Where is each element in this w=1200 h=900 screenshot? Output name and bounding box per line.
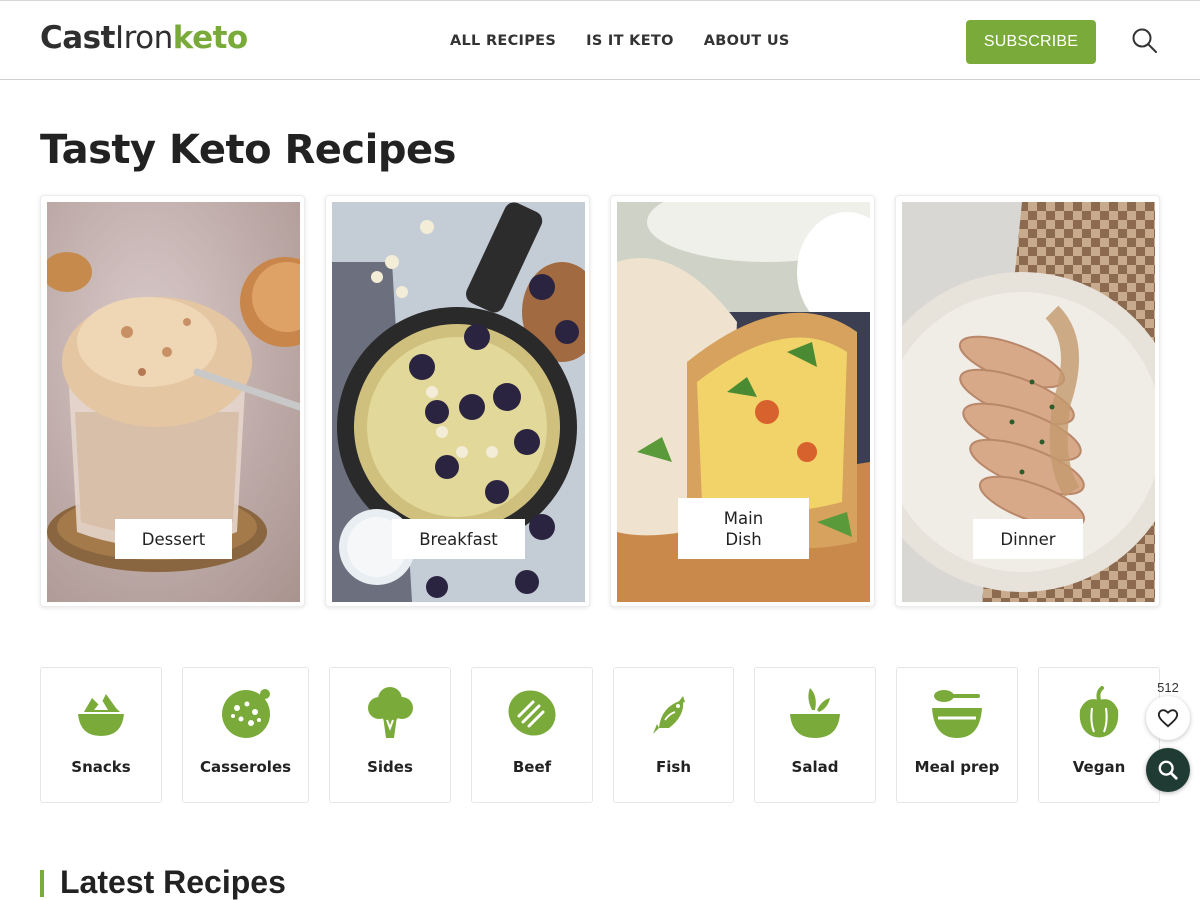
- search-icon: [1158, 760, 1178, 780]
- logo-text-keto: keto: [172, 20, 248, 56]
- logo-text-iron: Iron: [114, 20, 173, 56]
- featured-card-main-dish[interactable]: Main Dish: [610, 195, 875, 607]
- heart-icon: [1157, 709, 1179, 728]
- category-tile-meal-prep[interactable]: Meal prep: [896, 667, 1018, 803]
- category-label: Beef: [512, 758, 552, 776]
- category-tile-sides[interactable]: Sides: [329, 667, 451, 803]
- section-accent-bar: [40, 870, 44, 897]
- main-nav: ALL RECIPES IS IT KETO ABOUT US: [450, 32, 790, 50]
- nav-all-recipes[interactable]: ALL RECIPES: [450, 32, 556, 50]
- category-tile-salad[interactable]: Salad: [754, 667, 876, 803]
- category-label: Fish: [656, 758, 691, 776]
- pepper-icon: [1079, 686, 1119, 738]
- nav-is-it-keto[interactable]: IS IT KETO: [586, 32, 674, 50]
- floating-search-button[interactable]: [1146, 748, 1190, 792]
- category-tile-casseroles[interactable]: Casseroles: [182, 667, 309, 803]
- featured-card-dinner[interactable]: Dinner: [895, 195, 1160, 607]
- favorite-count: 512: [1157, 680, 1179, 695]
- snack-bowl-icon: [78, 694, 124, 736]
- steak-icon: [508, 690, 556, 736]
- search-icon: [1132, 28, 1157, 53]
- meal-prep-icon: [932, 690, 982, 738]
- category-tile-beef[interactable]: Beef: [471, 667, 593, 803]
- fish-icon: [652, 696, 685, 734]
- featured-card-label: Breakfast: [392, 519, 525, 559]
- category-label: Meal prep: [914, 758, 1000, 776]
- featured-card-label: Main Dish: [678, 498, 809, 559]
- nav-about-us[interactable]: ABOUT US: [704, 32, 790, 50]
- category-tile-snacks[interactable]: Snacks: [40, 667, 162, 803]
- category-label: Vegan: [1072, 758, 1126, 776]
- category-tile-fish[interactable]: Fish: [613, 667, 734, 803]
- casserole-icon: [221, 689, 270, 738]
- broccoli-icon: [368, 687, 413, 738]
- featured-card-breakfast[interactable]: Breakfast: [325, 195, 590, 607]
- latest-recipes-heading: Latest Recipes: [60, 864, 286, 900]
- logo-text-cast: Cast: [40, 20, 115, 56]
- category-tile-vegan[interactable]: Vegan: [1038, 667, 1160, 803]
- featured-card-label: Dessert: [115, 519, 232, 559]
- header-search-button[interactable]: [1131, 27, 1159, 55]
- subscribe-button[interactable]: SUBSCRIBE: [966, 20, 1096, 64]
- site-logo[interactable]: CastIronketo: [40, 18, 248, 58]
- category-label: Salad: [791, 758, 839, 776]
- category-label: Sides: [367, 758, 413, 776]
- category-label: Casseroles: [199, 758, 292, 776]
- category-label: Snacks: [71, 758, 131, 776]
- featured-card-dessert[interactable]: Dessert: [40, 195, 305, 607]
- featured-card-label: Dinner: [973, 519, 1083, 559]
- salad-bowl-icon: [790, 688, 840, 738]
- page-title: Tasty Keto Recipes: [40, 127, 456, 173]
- site-header: CastIronketo ALL RECIPES IS IT KETO ABOU…: [0, 0, 1200, 80]
- favorite-button[interactable]: [1146, 696, 1190, 740]
